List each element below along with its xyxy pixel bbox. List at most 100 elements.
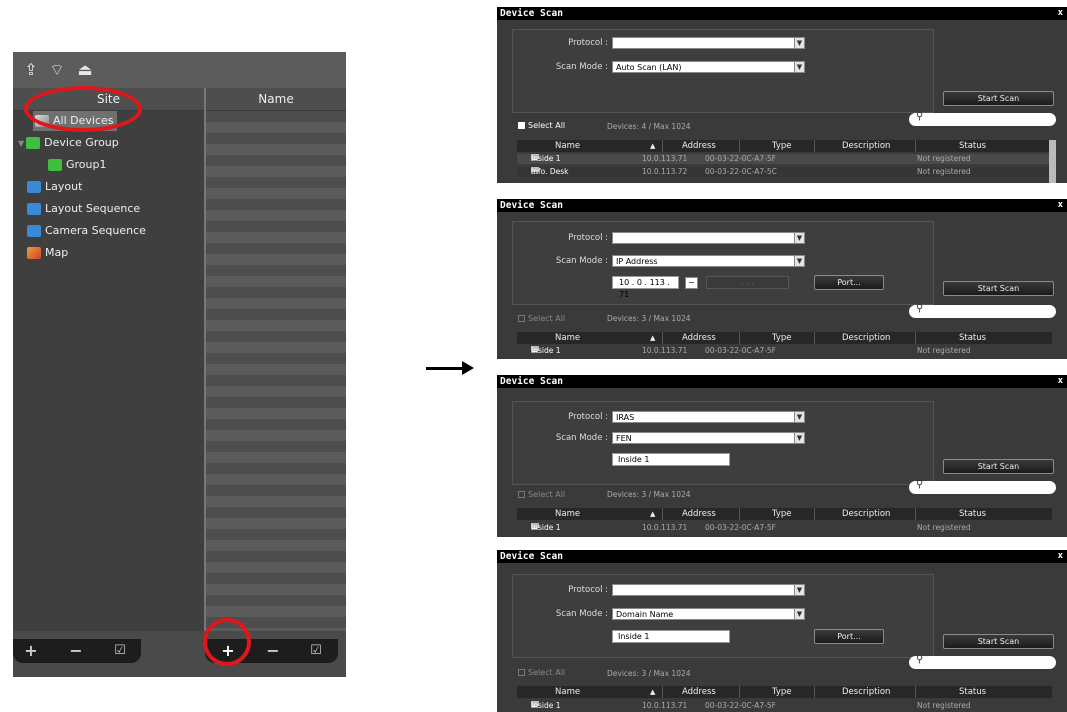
checkbox-icon[interactable]: [518, 122, 525, 129]
chevron-down-icon[interactable]: ▼: [794, 411, 805, 423]
scan-mode-select[interactable]: Domain Name ▼: [612, 608, 805, 620]
col-status[interactable]: Status: [959, 508, 986, 520]
table-row[interactable]: ✓Inside 1 10.0.113.71 00-03-22-0C-A7-5F …: [517, 701, 1052, 711]
col-address[interactable]: Address: [682, 140, 716, 152]
col-name[interactable]: Name: [555, 508, 580, 520]
table-row[interactable]: ✓Inside 1 10.0.113.71 00-03-22-0C-A7-5F …: [517, 523, 1052, 533]
col-sep[interactable]: [814, 508, 815, 520]
wifi-icon[interactable]: ⌔: [47, 60, 67, 80]
table-row[interactable]: ✓Inside 1 10.0.113.71 00-03-22-0C-A7-5F …: [517, 154, 1052, 164]
protocol-select[interactable]: ▼: [612, 37, 805, 49]
col-name[interactable]: Name: [555, 332, 580, 344]
tree-item-device-group[interactable]: ▼ Device Group: [18, 133, 119, 153]
col-sep[interactable]: [662, 686, 663, 698]
close-icon[interactable]: x: [1058, 550, 1063, 563]
col-address[interactable]: Address: [682, 508, 716, 520]
select-all-checkbox[interactable]: Select All: [518, 121, 565, 130]
chevron-down-icon[interactable]: ▼: [794, 432, 805, 444]
start-scan-button[interactable]: Start Scan: [943, 459, 1054, 474]
col-sep[interactable]: [739, 508, 740, 520]
protocol-select[interactable]: ▼: [612, 232, 805, 244]
col-description[interactable]: Description: [842, 686, 890, 698]
col-sep[interactable]: [814, 140, 815, 152]
protocol-select[interactable]: IRAS ▼: [612, 411, 805, 423]
search-input[interactable]: ⚲: [909, 111, 1056, 126]
ip-range-button[interactable]: ~: [685, 277, 698, 289]
edit-site-button[interactable]: ☑: [110, 639, 130, 663]
expand-triangle-icon[interactable]: ▼: [18, 139, 24, 148]
fen-name-input[interactable]: Inside 1: [612, 453, 730, 466]
col-sep[interactable]: [739, 332, 740, 344]
col-sep[interactable]: [739, 686, 740, 698]
chevron-down-icon[interactable]: ▼: [794, 37, 805, 49]
table-scrollbar[interactable]: [1049, 140, 1056, 183]
tree-item-camera-sequence[interactable]: Camera Sequence: [27, 221, 146, 241]
col-type[interactable]: Type: [772, 140, 792, 152]
remove-device-button[interactable]: −: [263, 639, 283, 663]
tree-item-map[interactable]: Map: [27, 243, 68, 263]
close-icon[interactable]: x: [1058, 375, 1063, 388]
col-description[interactable]: Description: [842, 140, 890, 152]
ip-start-field[interactable]: 10 . 0 . 113 . 71: [612, 276, 679, 299]
port-button[interactable]: Port...: [814, 629, 884, 644]
search-input[interactable]: ⚲: [909, 303, 1056, 318]
col-type[interactable]: Type: [772, 508, 792, 520]
name-column-header[interactable]: Name: [206, 88, 346, 111]
select-all-checkbox[interactable]: Select All: [518, 314, 565, 323]
col-sep[interactable]: [915, 508, 916, 520]
port-button[interactable]: Port...: [814, 275, 884, 290]
close-icon[interactable]: x: [1058, 7, 1063, 20]
start-scan-button[interactable]: Start Scan: [943, 281, 1054, 296]
table-row[interactable]: Info. Desk 10.0.113.72 00-03-22-0C-A7-5C…: [517, 167, 1052, 177]
col-sep[interactable]: [814, 332, 815, 344]
close-icon[interactable]: x: [1058, 199, 1063, 212]
domain-name-input[interactable]: Inside 1: [612, 630, 730, 643]
start-scan-button[interactable]: Start Scan: [943, 634, 1054, 649]
col-sep[interactable]: [814, 686, 815, 698]
col-sep[interactable]: [739, 140, 740, 152]
sort-asc-icon[interactable]: ▲: [650, 686, 655, 698]
chevron-down-icon[interactable]: ▼: [794, 584, 805, 596]
sort-asc-icon[interactable]: ▲: [650, 140, 655, 152]
select-all-checkbox[interactable]: Select All: [518, 668, 565, 677]
scan-mode-select[interactable]: IP Address ▼: [612, 255, 805, 267]
start-scan-button[interactable]: Start Scan: [943, 91, 1054, 106]
tree-item-layout[interactable]: Layout: [27, 177, 82, 197]
checkbox-icon[interactable]: [518, 491, 525, 498]
edit-device-button[interactable]: ☑: [306, 639, 326, 663]
search-input[interactable]: ⚲: [909, 479, 1056, 494]
col-sep[interactable]: [915, 332, 916, 344]
tree-item-group1[interactable]: Group1: [48, 155, 107, 175]
search-input[interactable]: ⚲: [909, 654, 1056, 669]
tree-item-layout-sequence[interactable]: Layout Sequence: [27, 199, 140, 219]
col-status[interactable]: Status: [959, 332, 986, 344]
col-name[interactable]: Name: [555, 140, 580, 152]
checkbox-icon[interactable]: [518, 315, 525, 322]
col-sep[interactable]: [662, 140, 663, 152]
col-status[interactable]: Status: [959, 686, 986, 698]
scan-mode-select[interactable]: Auto Scan (LAN) ▼: [612, 61, 805, 73]
select-all-checkbox[interactable]: Select All: [518, 490, 565, 499]
chevron-down-icon[interactable]: ▼: [794, 232, 805, 244]
chevron-down-icon[interactable]: ▼: [794, 255, 805, 267]
chevron-down-icon[interactable]: ▼: [794, 608, 805, 620]
checkbox-icon[interactable]: [518, 669, 525, 676]
chevron-down-icon[interactable]: ▼: [794, 61, 805, 73]
col-name[interactable]: Name: [555, 686, 580, 698]
col-type[interactable]: Type: [772, 332, 792, 344]
col-description[interactable]: Description: [842, 508, 890, 520]
remove-site-button[interactable]: −: [66, 639, 86, 663]
col-description[interactable]: Description: [842, 332, 890, 344]
col-address[interactable]: Address: [682, 686, 716, 698]
col-sep[interactable]: [915, 140, 916, 152]
sort-asc-icon[interactable]: ▲: [650, 508, 655, 520]
col-status[interactable]: Status: [959, 140, 986, 152]
col-sep[interactable]: [662, 508, 663, 520]
protocol-select[interactable]: ▼: [612, 584, 805, 596]
table-row[interactable]: ✓Inside 1 10.0.113.71 00-03-22-0C-A7-5F …: [517, 346, 1052, 356]
eject-icon[interactable]: ⏏: [75, 60, 95, 80]
col-sep[interactable]: [915, 686, 916, 698]
col-sep[interactable]: [662, 332, 663, 344]
col-type[interactable]: Type: [772, 686, 792, 698]
upload-icon[interactable]: ⇪: [21, 60, 41, 80]
